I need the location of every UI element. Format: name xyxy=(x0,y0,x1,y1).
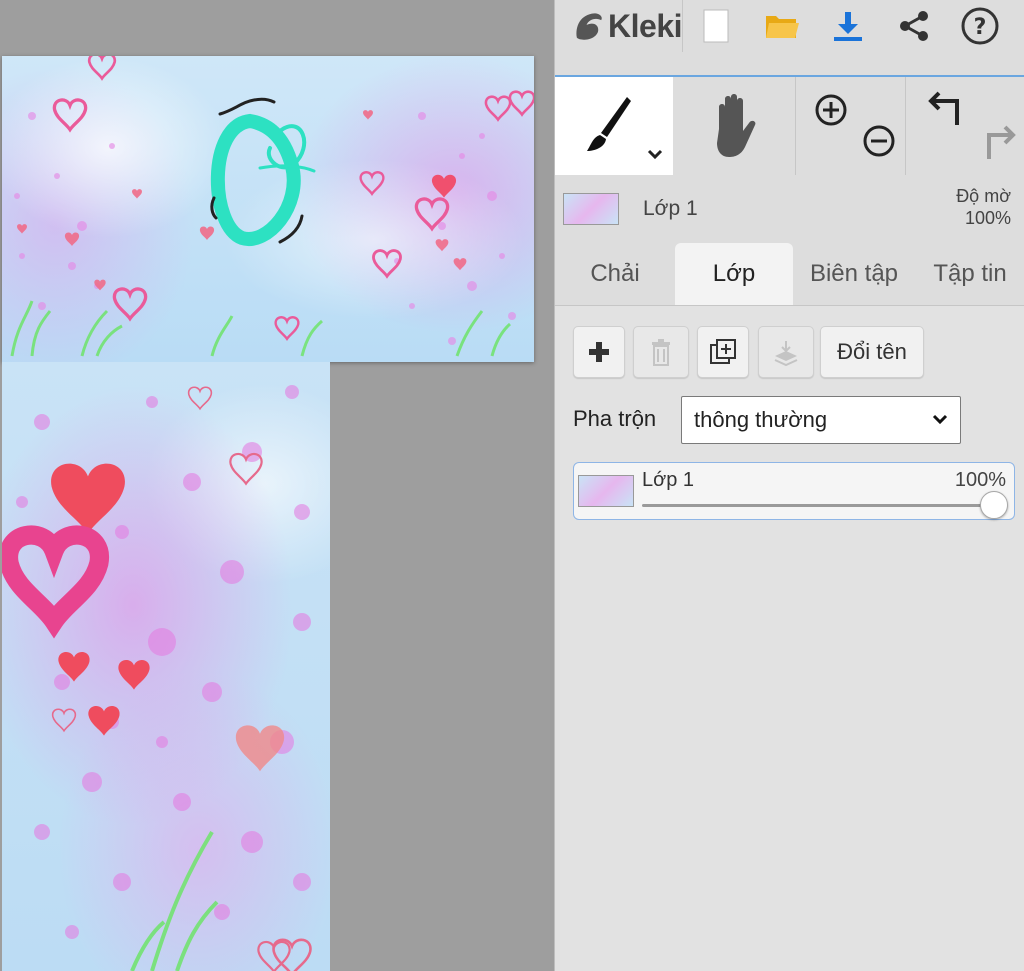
tab-brush[interactable]: Chải xyxy=(555,243,675,305)
rename-label: Đổi tên xyxy=(837,339,907,364)
logo-text: Kleki xyxy=(608,7,682,44)
tab-file[interactable]: Tập tin xyxy=(915,243,1024,305)
zoom-in-icon[interactable] xyxy=(815,94,847,126)
tab-layers[interactable]: Lớp xyxy=(675,243,793,305)
delete-layer-button[interactable] xyxy=(633,326,689,378)
hand-icon xyxy=(717,94,756,157)
duplicate-layer-button[interactable] xyxy=(697,326,749,378)
layer-opacity-slider-handle[interactable] xyxy=(980,491,1008,519)
layer-opacity-slider-track[interactable] xyxy=(642,504,994,507)
kleki-logo-icon xyxy=(576,13,602,40)
layer-item-opacity: 100% xyxy=(954,469,1006,491)
zoom-tools xyxy=(795,77,906,175)
canvas-artwork-bottom xyxy=(2,385,312,971)
canvas-artwork-top xyxy=(10,56,534,357)
download-icon xyxy=(834,12,862,41)
duplicate-icon xyxy=(710,339,736,364)
drawing-canvas-area[interactable] xyxy=(0,0,554,971)
redo-icon[interactable] xyxy=(987,125,1016,159)
new-file-icon xyxy=(703,9,729,43)
blend-mode-label: Pha trộn xyxy=(573,406,657,431)
opacity-label: Độ mờ xyxy=(956,186,1011,206)
help-icon: ? xyxy=(961,7,999,45)
new-file-button[interactable] xyxy=(683,0,749,52)
plus-icon xyxy=(589,342,609,362)
panel-tabs: Chải Lớp Biên tập Tập tin xyxy=(555,243,1024,306)
layers-panel: Đổi tên Pha trộn thông thường Lớp 1 100% xyxy=(555,306,1024,971)
merge-down-icon xyxy=(774,341,798,367)
rename-layer-button[interactable]: Đổi tên xyxy=(820,326,924,378)
zoom-out-icon[interactable] xyxy=(863,125,895,157)
zoom-icons xyxy=(815,94,895,157)
add-layer-button[interactable] xyxy=(573,326,625,378)
merge-down-button[interactable] xyxy=(758,326,814,378)
trash-icon xyxy=(652,339,670,366)
history-icons xyxy=(928,91,1016,159)
side-panel: Kleki ? Lớp 1 Độ mờ 100% Chải Lớp Biên t… xyxy=(554,0,1024,971)
brush-icon xyxy=(587,97,663,160)
layer-item-name: Lớp 1 xyxy=(642,469,695,491)
tool-row xyxy=(555,75,1024,175)
chevron-down-icon xyxy=(932,414,948,425)
top-toolbar: Kleki ? xyxy=(555,0,1024,52)
tab-edit[interactable]: Biên tập xyxy=(793,243,915,305)
canvas-image-top[interactable] xyxy=(2,56,534,362)
current-layer-opacity: Độ mờ 100% xyxy=(956,185,1011,229)
help-glyph: ? xyxy=(974,15,987,40)
current-layer-strip[interactable]: Lớp 1 Độ mờ 100% xyxy=(555,177,1024,241)
share-icon xyxy=(900,11,928,41)
brush-tool-button[interactable] xyxy=(555,77,673,175)
layer-list-item[interactable]: Lớp 1 100% xyxy=(573,462,1015,520)
undo-icon[interactable] xyxy=(928,91,959,125)
history-tools xyxy=(905,77,1024,175)
current-layer-name: Lớp 1 xyxy=(643,197,698,220)
hand-tool-button[interactable] xyxy=(673,77,796,175)
open-file-button[interactable] xyxy=(749,0,815,52)
share-button[interactable] xyxy=(881,0,947,52)
open-folder-icon xyxy=(766,16,799,38)
help-button[interactable]: ? xyxy=(947,0,1013,52)
blend-mode-select[interactable]: thông thường xyxy=(681,396,961,444)
opacity-value: 100% xyxy=(964,208,1011,228)
download-button[interactable] xyxy=(815,0,881,52)
layer-thumbnail xyxy=(563,193,619,225)
blend-mode-value: thông thường xyxy=(694,407,828,432)
kleki-logo[interactable]: Kleki xyxy=(555,0,683,52)
canvas-image-bottom[interactable] xyxy=(2,362,330,971)
layer-item-thumbnail xyxy=(578,475,634,507)
